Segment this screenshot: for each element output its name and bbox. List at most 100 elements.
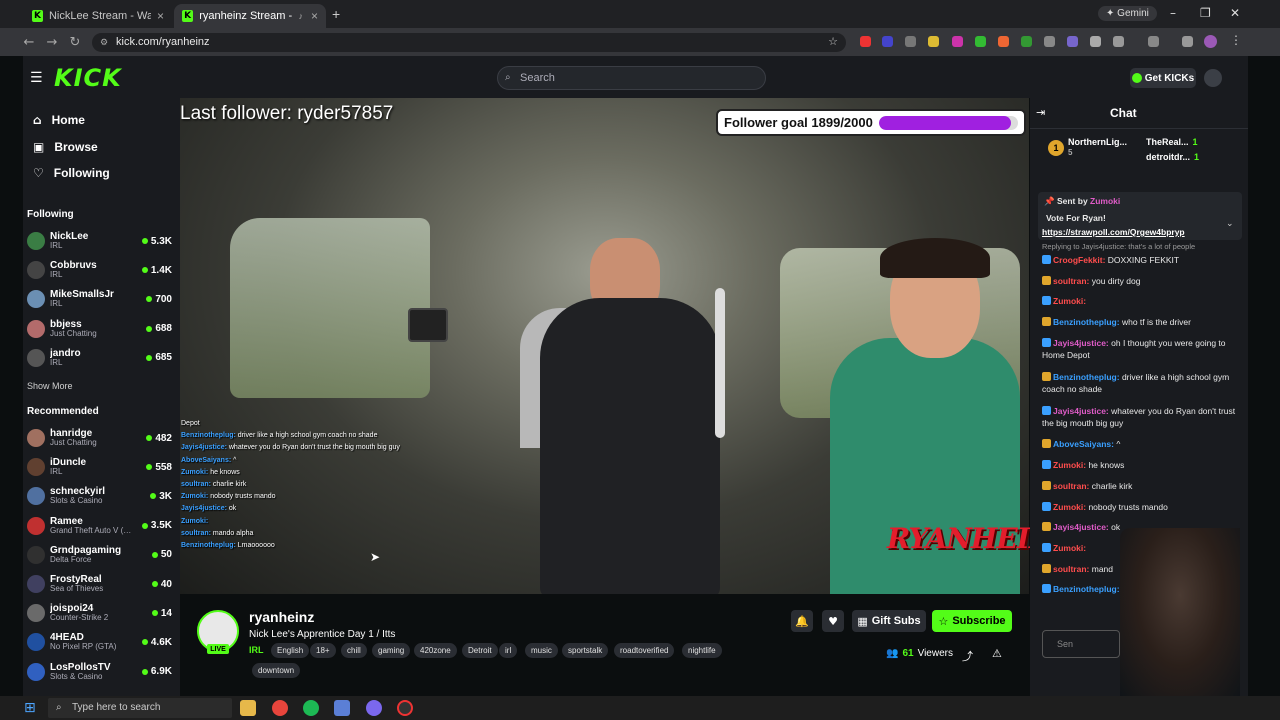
stream-tag[interactable]: nightlife — [682, 643, 722, 658]
extension-icon[interactable] — [860, 36, 871, 47]
app-icon[interactable] — [366, 700, 382, 716]
chrome-icon[interactable] — [272, 700, 288, 716]
chat-message[interactable]: Zumoki: nobody trusts mando — [1042, 501, 1242, 513]
profile-avatar-icon[interactable] — [1204, 35, 1217, 48]
forward-icon[interactable]: → — [43, 33, 61, 51]
new-tab-button[interactable]: + — [332, 6, 340, 22]
stream-tag[interactable]: English — [271, 643, 310, 658]
sidebar-channel[interactable]: FrostyReal Sea of Thieves 40 — [27, 571, 172, 597]
collapse-chat-icon[interactable]: ⇥ — [1036, 106, 1045, 119]
chat-username[interactable]: Jayis4justice: — [1053, 406, 1109, 416]
extension-icon[interactable] — [1044, 36, 1055, 47]
chat-username[interactable]: Benzinotheplug: — [1053, 372, 1120, 382]
windows-start-icon[interactable]: ⊞ — [24, 700, 36, 716]
sidebar-item-following[interactable]: ♡ Following — [33, 166, 110, 180]
close-tab-icon[interactable]: × — [157, 9, 164, 23]
sidebar-channel[interactable]: schneckyirl Slots & Casino 3K — [27, 483, 172, 509]
chat-username[interactable]: Zumoki: — [1053, 543, 1086, 553]
chat-username[interactable]: Benzinotheplug: — [1053, 584, 1120, 594]
maximize-window-icon[interactable]: ❐ — [1200, 6, 1211, 20]
sidebar-channel[interactable]: Cobbruvs IRL 1.4K — [27, 257, 172, 283]
sidebar-channel[interactable]: MikeSmallsJr IRL 700 — [27, 286, 172, 312]
spotify-icon[interactable] — [303, 700, 319, 716]
subscribe-button[interactable]: ☆ Subscribe — [932, 610, 1012, 632]
reload-icon[interactable]: ↻ — [66, 33, 84, 51]
chat-username[interactable]: soultran: — [1053, 276, 1089, 286]
extension-icon[interactable] — [1021, 36, 1032, 47]
taskbar-search[interactable]: ⌕ Type here to search — [48, 698, 232, 718]
extension-icon[interactable] — [882, 36, 893, 47]
extension-icon[interactable] — [975, 36, 986, 47]
side-panel-icon[interactable] — [1148, 36, 1159, 47]
sidebar-channel[interactable]: NickLee IRL 5.3K — [27, 228, 172, 254]
stream-tag[interactable]: irl — [499, 643, 518, 658]
sidebar-channel[interactable]: LosPollosTV Slots & Casino 6.9K — [27, 659, 172, 685]
app-icon[interactable] — [334, 700, 350, 716]
extension-icon[interactable] — [1090, 36, 1101, 47]
channel-name[interactable]: ryanheinz — [249, 609, 314, 625]
notification-bell-icon[interactable]: 🔔 — [791, 610, 813, 632]
user-avatar[interactable] — [1204, 69, 1222, 87]
gift-subs-button[interactable]: ▦ Gift Subs — [852, 610, 926, 632]
kick-logo[interactable]: KICK — [54, 64, 122, 92]
close-window-icon[interactable]: ✕ — [1230, 6, 1240, 20]
share-icon[interactable]: ⤴ — [962, 648, 973, 664]
sidebar-channel[interactable]: iDuncle IRL 558 — [27, 454, 172, 480]
close-tab-icon[interactable]: × — [311, 9, 318, 23]
expand-pinned-icon[interactable]: ⌄ — [1226, 218, 1234, 229]
show-more-link[interactable]: Show More — [27, 381, 73, 391]
chat-username[interactable]: Zumoki: — [1053, 502, 1086, 512]
sidebar-channel[interactable]: jandro IRL 685 — [27, 345, 172, 371]
follow-heart-icon[interactable]: ♥ — [822, 610, 844, 632]
chat-message[interactable]: Benzinotheplug: who tf is the driver — [1042, 316, 1242, 328]
top-gifter-1[interactable]: 1 NorthernLig... 5 — [1048, 137, 1127, 158]
chat-input[interactable]: Sen — [1042, 630, 1120, 658]
sidebar-channel[interactable]: Grndpagaming Delta Force 50 — [27, 542, 172, 568]
stream-tag[interactable]: chill — [341, 643, 367, 658]
extension-icon[interactable] — [952, 36, 963, 47]
sidebar-channel[interactable]: Ramee Grand Theft Auto V (… 3.5K — [27, 513, 172, 539]
stream-tag[interactable]: 18+ — [310, 643, 336, 658]
obs-icon[interactable] — [397, 700, 413, 716]
chat-message[interactable]: CroogFekkit: DOXXING FEKKIT — [1042, 254, 1242, 266]
stream-category[interactable]: IRL — [249, 645, 264, 655]
chat-username[interactable]: Benzinotheplug: — [1053, 317, 1120, 327]
chat-message[interactable]: AboveSaiyans: ^ — [1042, 438, 1242, 450]
sidebar-channel[interactable]: joispoi24 Counter-Strike 2 14 — [27, 600, 172, 626]
stream-tag[interactable]: 420zone — [414, 643, 457, 658]
sidebar-channel[interactable]: bbjess Just Chatting 688 — [27, 316, 172, 342]
browser-menu-icon[interactable]: ⋮ — [1230, 33, 1242, 47]
gemini-button[interactable]: ✦ Gemini — [1098, 6, 1157, 21]
chat-username[interactable]: soultran: — [1053, 481, 1089, 491]
stream-tag[interactable]: Detroit — [462, 643, 498, 658]
stream-tag[interactable]: gaming — [372, 643, 411, 658]
back-icon[interactable]: ← — [20, 33, 38, 51]
sidebar-item-browse[interactable]: ▣ Browse — [33, 140, 98, 154]
downloads-icon[interactable] — [1182, 36, 1193, 47]
chat-username[interactable]: AboveSaiyans: — [1053, 439, 1114, 449]
chat-username[interactable]: Jayis4justice: — [1053, 338, 1109, 348]
chat-message[interactable]: Jayis4justice: whatever you do Ryan don'… — [1042, 405, 1242, 429]
extensions-puzzle-icon[interactable] — [1113, 36, 1124, 47]
top-gifter-2[interactable]: TheReal... 1 — [1146, 137, 1198, 147]
sidebar-channel[interactable]: hanridge Just Chatting 482 — [27, 425, 172, 451]
chat-message[interactable]: Benzinotheplug: driver like a high schoo… — [1042, 371, 1242, 395]
stream-tag[interactable]: music — [525, 643, 558, 658]
sidebar-channel[interactable]: 4HEAD No Pixel RP (GTA) 4.6K — [27, 629, 172, 655]
get-kicks-button[interactable]: Get KICKs — [1130, 68, 1196, 88]
browser-tab-nicklee[interactable]: K NickLee Stream - Watch Live o × — [24, 4, 172, 28]
extension-icon[interactable] — [905, 36, 916, 47]
browser-tab-ryanheinz[interactable]: K ryanheinz Stream - Watch L ♪ × — [174, 4, 326, 28]
chat-username[interactable]: soultran: — [1053, 564, 1089, 574]
chat-username[interactable]: Zumoki: — [1053, 296, 1086, 306]
chat-message[interactable]: Zumoki: — [1042, 295, 1242, 307]
chat-message[interactable]: Zumoki: he knows — [1042, 459, 1242, 471]
chat-username[interactable]: Jayis4justice: — [1053, 522, 1109, 532]
stream-tag[interactable]: roadtoverified — [614, 643, 675, 658]
top-gifter-3[interactable]: detroitdr... 1 — [1146, 152, 1199, 162]
hamburger-menu-icon[interactable]: ☰ — [30, 70, 43, 86]
file-explorer-icon[interactable] — [240, 700, 256, 716]
address-bar[interactable]: ⚙ kick.com/ryanheinz ☆ — [92, 33, 846, 52]
stream-tag[interactable]: downtown — [252, 663, 301, 678]
pinned-link[interactable]: https://strawpoll.com/Qrgew4bpryp — [1042, 226, 1242, 238]
